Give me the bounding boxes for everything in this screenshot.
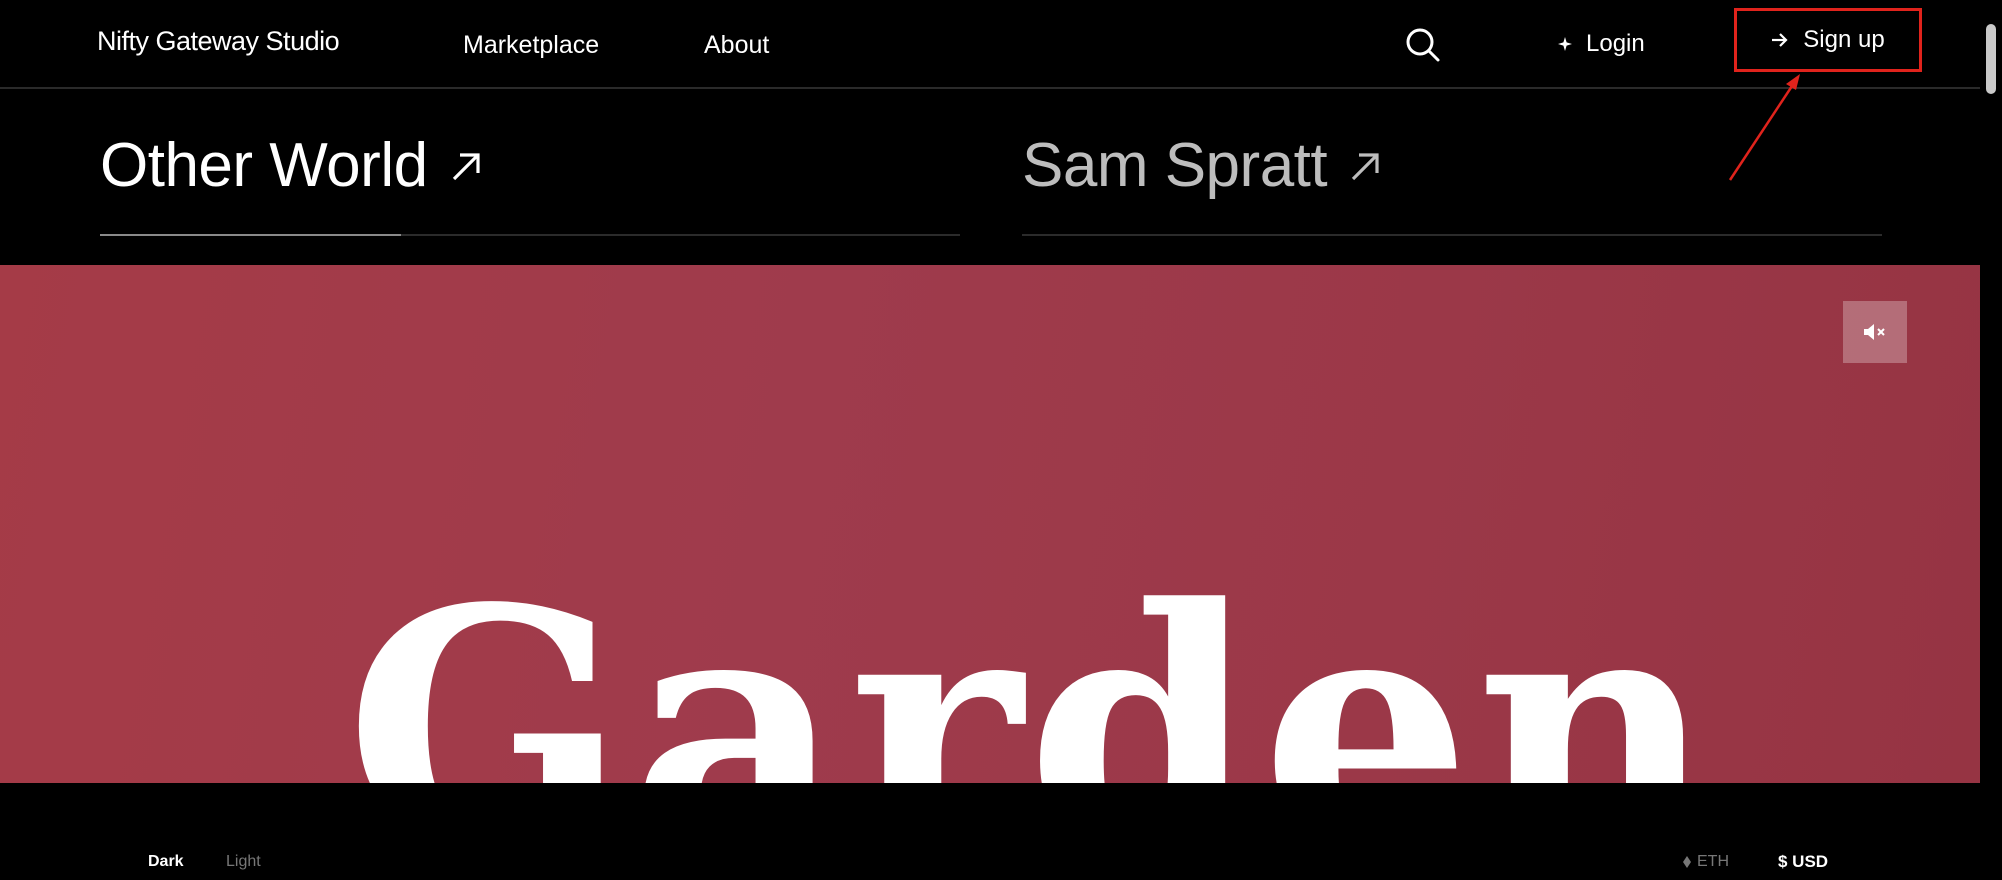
feature-progress-track-0 (100, 234, 960, 236)
search-icon (1406, 28, 1440, 62)
login-button[interactable]: Login (1558, 26, 1645, 62)
login-icon (1558, 37, 1572, 51)
arrow-right-icon (1772, 33, 1788, 47)
scrollbar[interactable] (1980, 0, 2002, 880)
hero-artwork-text: Garden (345, 536, 1720, 783)
page: Nifty Gateway Studio Marketplace About L… (0, 0, 2002, 880)
nav-divider (0, 87, 1980, 89)
theme-light-toggle[interactable]: Light (226, 853, 261, 871)
mute-button[interactable] (1843, 301, 1907, 363)
feature-progress-bar-0 (100, 234, 401, 236)
login-label: Login (1586, 30, 1645, 57)
hero-banner[interactable]: Garden (0, 265, 1980, 783)
feature-title: Other World (100, 131, 428, 200)
feature-link-0[interactable]: Other World (100, 130, 486, 201)
nav-link-about[interactable]: About (704, 31, 769, 60)
sound-icon (1864, 324, 1885, 340)
feature-title: Sam Spratt (1022, 131, 1328, 200)
brand-logo[interactable]: Nifty Gateway Studio (97, 26, 340, 57)
currency-usd-toggle[interactable]: $ USD (1778, 852, 1828, 872)
currency-eth-label: ETH (1697, 853, 1729, 870)
signup-button[interactable]: Sign up (1734, 8, 1922, 72)
search-button[interactable] (1404, 26, 1442, 64)
top-nav: Nifty Gateway Studio Marketplace About L… (0, 0, 1980, 88)
footer: Dark Light ETH $ USD (0, 783, 1980, 880)
eth-icon (1683, 856, 1691, 868)
scrollbar-thumb[interactable] (1986, 24, 1996, 94)
currency-eth-toggle[interactable]: ETH (1683, 853, 1729, 871)
nav-link-marketplace[interactable]: Marketplace (463, 31, 599, 60)
signup-label: Sign up (1803, 26, 1885, 53)
feature-link-1[interactable]: Sam Spratt (1022, 130, 1385, 201)
arrow-up-right-icon (1351, 152, 1379, 180)
theme-dark-toggle[interactable]: Dark (148, 853, 184, 871)
feature-progress-track-1 (1022, 234, 1882, 236)
arrow-up-right-icon (452, 152, 480, 180)
